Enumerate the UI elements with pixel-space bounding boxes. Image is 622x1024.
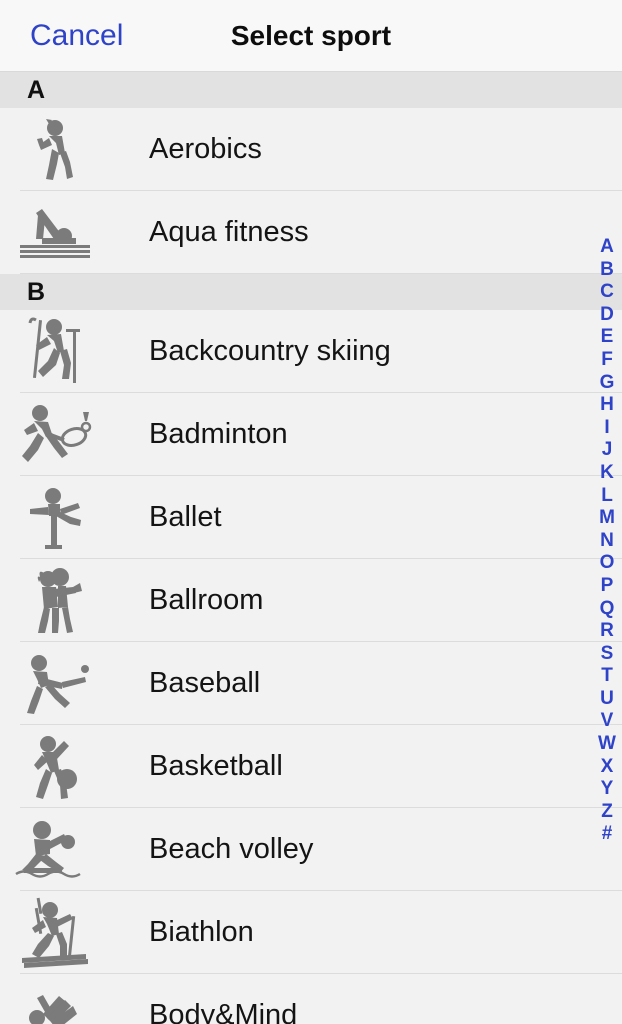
index-letter-k[interactable]: K [592, 462, 622, 485]
index-letter-c[interactable]: C [592, 281, 622, 304]
index-letter-n[interactable]: N [592, 530, 622, 553]
sport-list[interactable]: A Aerobics Aqua fitness B Backcountry sk… [0, 72, 622, 1024]
list-item[interactable]: Aqua fitness [0, 191, 622, 274]
alphabet-index[interactable]: A B C D E F G H I J K L M N O P Q R S T … [592, 236, 622, 846]
index-letter-f[interactable]: F [592, 349, 622, 372]
biathlon-icon [0, 891, 110, 974]
index-letter-j[interactable]: J [592, 439, 622, 462]
baseball-icon [0, 642, 110, 725]
list-item-label: Aqua fitness [149, 216, 309, 248]
section-header-letter: A [27, 75, 46, 104]
index-letter-l[interactable]: L [592, 485, 622, 508]
index-letter-z[interactable]: Z [592, 801, 622, 824]
list-item-label: Ballroom [149, 584, 264, 616]
list-item[interactable]: Body&Mind [0, 974, 622, 1024]
list-item[interactable]: Baseball [0, 642, 622, 725]
navigation-bar: Cancel Select sport [0, 0, 622, 72]
aerobics-icon [0, 108, 110, 191]
index-letter-u[interactable]: U [592, 688, 622, 711]
index-letter-d[interactable]: D [592, 304, 622, 327]
index-letter-t[interactable]: T [592, 665, 622, 688]
select-sport-screen: Cancel Select sport A Aerobics Aqua fitn… [0, 0, 622, 1024]
ballet-icon [0, 476, 110, 559]
index-letter-r[interactable]: R [592, 620, 622, 643]
list-item[interactable]: Beach volley [0, 808, 622, 891]
list-item-label: Ballet [149, 501, 222, 533]
list-item-label: Baseball [149, 667, 261, 699]
beach-volley-icon [0, 808, 110, 891]
list-item[interactable]: Ballet [0, 476, 622, 559]
index-letter-w[interactable]: W [592, 733, 622, 756]
index-letter-g[interactable]: G [592, 372, 622, 395]
index-letter-x[interactable]: X [592, 756, 622, 779]
list-item[interactable]: Ballroom [0, 559, 622, 642]
list-item-label: Basketball [149, 750, 283, 782]
section-header-letter: B [27, 277, 46, 306]
list-item-label: Biathlon [149, 916, 254, 948]
list-item-label: Backcountry skiing [149, 335, 391, 367]
list-item-label: Badminton [149, 418, 288, 450]
section-header-b: B [0, 274, 622, 310]
list-item-label: Aerobics [149, 133, 262, 165]
index-letter-p[interactable]: P [592, 575, 622, 598]
aqua-fitness-icon [0, 191, 110, 274]
index-letter-i[interactable]: I [592, 417, 622, 440]
index-letter-m[interactable]: M [592, 507, 622, 530]
list-item[interactable]: Badminton [0, 393, 622, 476]
index-letter-q[interactable]: Q [592, 598, 622, 621]
index-letter-y[interactable]: Y [592, 778, 622, 801]
index-letter-h[interactable]: H [592, 394, 622, 417]
list-item[interactable]: Basketball [0, 725, 622, 808]
basketball-icon [0, 725, 110, 808]
index-letter-o[interactable]: O [592, 552, 622, 575]
index-letter-hash[interactable]: # [592, 823, 622, 846]
body-and-mind-icon [0, 974, 110, 1024]
index-letter-s[interactable]: S [592, 643, 622, 666]
index-letter-v[interactable]: V [592, 710, 622, 733]
list-item[interactable]: Biathlon [0, 891, 622, 974]
list-item-label: Body&Mind [149, 999, 298, 1024]
list-item[interactable]: Aerobics [0, 108, 622, 191]
badminton-icon [0, 393, 110, 476]
backcountry-skiing-icon [0, 310, 110, 393]
list-item-label: Beach volley [149, 833, 314, 865]
index-letter-b[interactable]: B [592, 259, 622, 282]
index-letter-a[interactable]: A [592, 236, 622, 259]
list-item[interactable]: Backcountry skiing [0, 310, 622, 393]
ballroom-icon [0, 559, 110, 642]
index-letter-e[interactable]: E [592, 326, 622, 349]
section-header-a: A [0, 72, 622, 108]
page-title: Select sport [230, 19, 392, 51]
